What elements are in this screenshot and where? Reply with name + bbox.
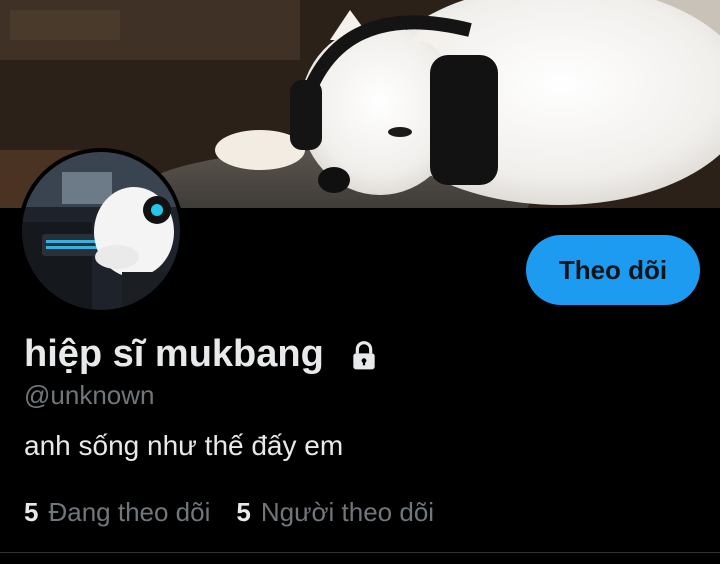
avatar[interactable] [18, 148, 184, 314]
display-name: hiệp sĩ mukbang [24, 333, 324, 375]
follow-button[interactable]: Theo dõi [526, 235, 700, 305]
follow-stats: 5 Đang theo dõi 5 Người theo dõi [24, 497, 434, 528]
username-handle: @unknown [24, 380, 155, 410]
name-row: hiệp sĩ mukbang [24, 330, 380, 378]
followers-stat[interactable]: 5 Người theo dõi [236, 497, 434, 528]
following-count: 5 [24, 497, 39, 527]
lock-icon [348, 340, 380, 372]
followers-label: Người theo dõi [260, 497, 435, 527]
divider [0, 552, 720, 553]
following-label: Đang theo dõi [48, 497, 211, 527]
followers-count: 5 [236, 497, 251, 527]
avatar-image [22, 152, 180, 310]
profile-bio: anh sống như thế đấy em [24, 430, 344, 461]
following-stat[interactable]: 5 Đang theo dõi [24, 497, 210, 528]
